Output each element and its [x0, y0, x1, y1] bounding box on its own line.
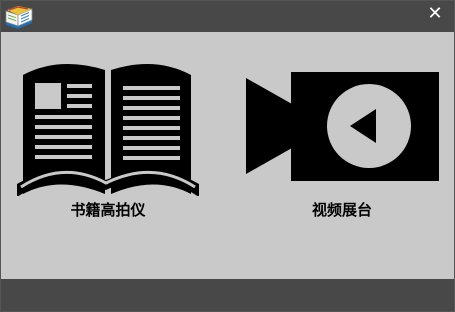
book-scanner-label: 书籍高拍仪 — [70, 201, 146, 219]
book-icon — [4, 5, 34, 29]
app-window: ✕ 书籍高拍仪 视频展台 — [0, 0, 455, 312]
title-bar[interactable]: ✕ — [1, 1, 454, 32]
video-camera-icon — [239, 66, 445, 196]
video-booth-tile[interactable]: 视频展台 — [239, 66, 445, 226]
book-scanner-tile[interactable]: 书籍高拍仪 — [15, 56, 201, 226]
video-booth-label: 视频展台 — [311, 201, 372, 219]
close-button[interactable]: ✕ — [422, 3, 448, 25]
status-bar — [1, 279, 454, 311]
open-book-icon — [15, 56, 201, 196]
